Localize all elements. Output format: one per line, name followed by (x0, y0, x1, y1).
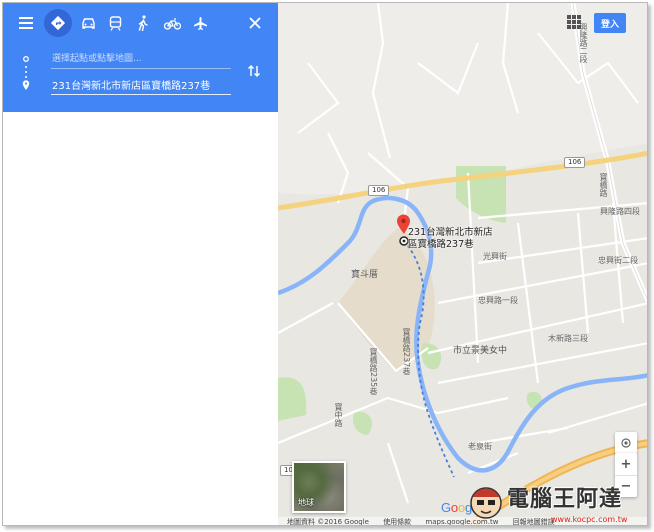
swap-arrows-icon[interactable] (246, 63, 262, 79)
train-icon[interactable] (101, 9, 129, 37)
apps-grid-icon[interactable] (567, 15, 581, 29)
hamburger-menu-icon[interactable] (12, 9, 40, 37)
screenshot-frame: ◀ (2, 2, 648, 526)
street-label-guangxing: 光興街 (483, 252, 507, 261)
google-logo: Google (441, 500, 482, 515)
destination-field[interactable] (51, 75, 231, 95)
pin-label-line1: 231台灣新北市新店 (408, 227, 493, 238)
origin-field[interactable] (51, 49, 231, 69)
directions-header (3, 3, 278, 112)
road-shield-106-east: 106 (564, 157, 586, 168)
attribution-bar: 地圖資料 ©2016 Google 使用條款 maps.google.com.t… (278, 517, 647, 526)
street-label-muzha-3: 木新路三段 (548, 334, 588, 343)
street-label-baoqiao-235: 寶橋路235巷 (369, 348, 378, 396)
street-label-zhongxing-1: 忠興路一段 (478, 296, 518, 305)
destination-pin-label: 231台灣新北市新店 區寶橋路237巷 (408, 227, 493, 251)
attribution-text: 地圖資料 ©2016 Google (287, 518, 369, 526)
zoom-in-button[interactable]: + (615, 453, 637, 475)
my-location-icon (621, 438, 631, 448)
place-label-school: 市立景美女中 (453, 346, 508, 356)
car-icon[interactable] (74, 9, 102, 37)
terms-link[interactable]: 使用條款 (383, 518, 411, 525)
street-label-zhongxing-2: 忠興街二段 (598, 256, 638, 265)
street-label-laoquan: 老泉街 (468, 442, 492, 451)
place-label-baodou: 寶斗厝 (351, 270, 379, 280)
close-icon[interactable] (241, 9, 269, 37)
satellite-toggle[interactable]: 地球 (292, 461, 346, 513)
airplane-icon[interactable] (186, 9, 214, 37)
street-label-xingjiang: 興隆路二段 (579, 23, 588, 63)
street-label-baoqiao: 寶橋路 (599, 173, 608, 197)
my-location-button[interactable] (615, 432, 637, 454)
bicycle-icon[interactable] (158, 9, 186, 37)
report-link[interactable]: 回報地圖錯誤 (513, 518, 555, 525)
route-indicator (22, 56, 30, 90)
map-base-layer (278, 3, 647, 525)
directions-diamond-icon[interactable] (44, 9, 72, 37)
road-shield-106-west: 106 (368, 185, 390, 196)
travel-mode-row (3, 9, 278, 41)
zoom-out-button[interactable]: − (615, 475, 637, 497)
directions-panel (3, 3, 278, 525)
map-canvas[interactable]: 106 106 103 寶斗厝 市立景美女中 忠興路一段 忠興街二段 木新路三段… (278, 3, 647, 526)
pin-label-line2: 區寶橋路237巷 (408, 239, 474, 250)
walking-icon[interactable] (129, 9, 157, 37)
street-label-xinglong-4: 興隆路四段 (600, 207, 640, 216)
street-label-baozhong: 寶中路 (334, 403, 343, 427)
street-label-baoqiao-237: 寶橋路237巷 (402, 328, 411, 376)
source-url: maps.google.com.tw (425, 518, 499, 526)
zoom-controls: + − (615, 453, 637, 497)
sign-in-button[interactable]: 登入 (594, 13, 626, 33)
satellite-label: 地球 (298, 498, 314, 507)
